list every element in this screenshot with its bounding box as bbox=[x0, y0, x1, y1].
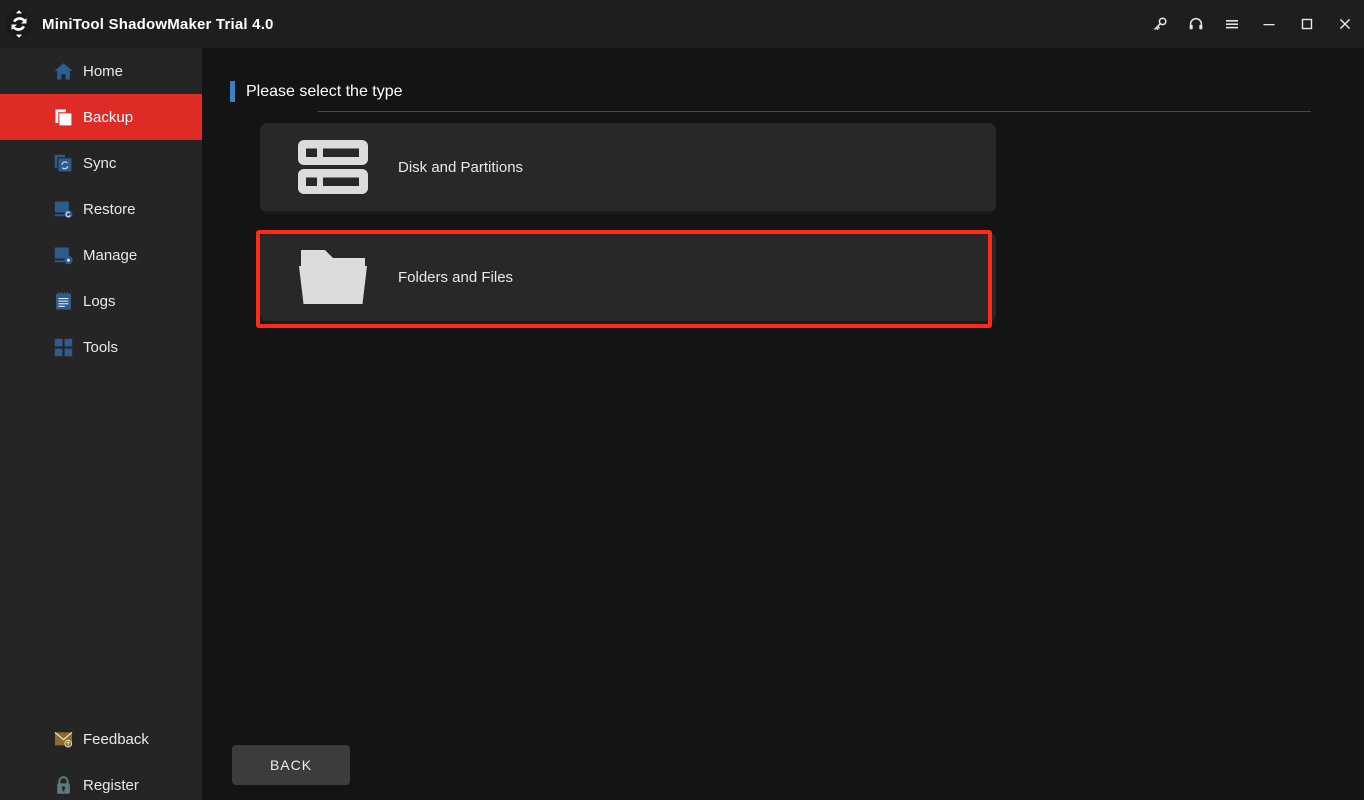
sidebar-item-label: Feedback bbox=[83, 730, 149, 748]
sidebar-item-restore[interactable]: Restore bbox=[0, 186, 202, 232]
sidebar-item-logs[interactable]: Logs bbox=[0, 278, 202, 324]
sidebar-main-nav: Home Backup Sync Restore Manage Logs Too… bbox=[0, 48, 202, 370]
window-title: MiniTool ShadowMaker Trial 4.0 bbox=[42, 15, 274, 33]
sidebar-item-manage[interactable]: Manage bbox=[0, 232, 202, 278]
accent-bar bbox=[230, 81, 235, 102]
logs-icon bbox=[52, 290, 74, 312]
menu-icon[interactable] bbox=[1214, 0, 1250, 48]
sidebar-bottom-nav: Feedback Register bbox=[0, 716, 202, 800]
manage-icon bbox=[52, 244, 74, 266]
type-selection-list: Disk and Partitions Folders and Files bbox=[260, 123, 996, 321]
circular-arrows-logo bbox=[4, 9, 34, 39]
card-label: Disk and Partitions bbox=[398, 158, 524, 176]
sidebar-item-label: Home bbox=[83, 62, 124, 80]
main-content: Please select the type Disk and Partitio… bbox=[204, 48, 1364, 800]
maximize-icon[interactable] bbox=[1288, 0, 1326, 48]
sidebar-item-label: Register bbox=[83, 776, 139, 794]
backup-type-card-disk-and-partitions[interactable]: Disk and Partitions bbox=[260, 123, 996, 211]
sidebar-item-label: Manage bbox=[83, 246, 138, 264]
folder-icon bbox=[297, 248, 369, 306]
sidebar-item-register[interactable]: Register bbox=[0, 762, 202, 800]
sidebar-item-label: Sync bbox=[83, 154, 117, 172]
sidebar-item-label: Logs bbox=[83, 292, 116, 310]
application-window: MiniTool ShadowMaker Trial 4.0 Home Back… bbox=[0, 0, 1364, 800]
disk-icon bbox=[297, 138, 369, 196]
card-label: Folders and Files bbox=[398, 268, 514, 286]
backup-icon bbox=[52, 106, 74, 128]
back-button[interactable]: BACK bbox=[232, 745, 350, 785]
sidebar-item-label: Backup bbox=[83, 108, 134, 126]
headset-icon[interactable] bbox=[1178, 0, 1214, 48]
home-icon bbox=[52, 60, 74, 82]
sidebar-item-tools[interactable]: Tools bbox=[0, 324, 202, 370]
tools-icon bbox=[52, 336, 74, 358]
lock-icon bbox=[52, 774, 74, 796]
backup-type-card-folders-and-files[interactable]: Folders and Files bbox=[260, 233, 996, 321]
sidebar-item-home[interactable]: Home bbox=[0, 48, 202, 94]
close-icon[interactable] bbox=[1326, 0, 1364, 48]
title-bar: MiniTool ShadowMaker Trial 4.0 bbox=[0, 0, 1364, 48]
key-icon[interactable] bbox=[1142, 0, 1178, 48]
sync-icon bbox=[52, 152, 74, 174]
window-controls bbox=[1142, 0, 1364, 48]
sidebar-item-label: Tools bbox=[83, 338, 119, 356]
minimize-icon[interactable] bbox=[1250, 0, 1288, 48]
page-title: Please select the type bbox=[246, 82, 403, 100]
envelope-icon bbox=[52, 728, 74, 750]
section-header: Please select the type bbox=[230, 81, 403, 102]
sidebar: Home Backup Sync Restore Manage Logs Too… bbox=[0, 48, 203, 800]
sidebar-item-feedback[interactable]: Feedback bbox=[0, 716, 202, 762]
sidebar-item-label: Restore bbox=[83, 200, 136, 218]
sidebar-item-backup[interactable]: Backup bbox=[0, 94, 202, 140]
header-divider bbox=[318, 111, 1311, 112]
restore-icon bbox=[52, 198, 74, 220]
sidebar-item-sync[interactable]: Sync bbox=[0, 140, 202, 186]
